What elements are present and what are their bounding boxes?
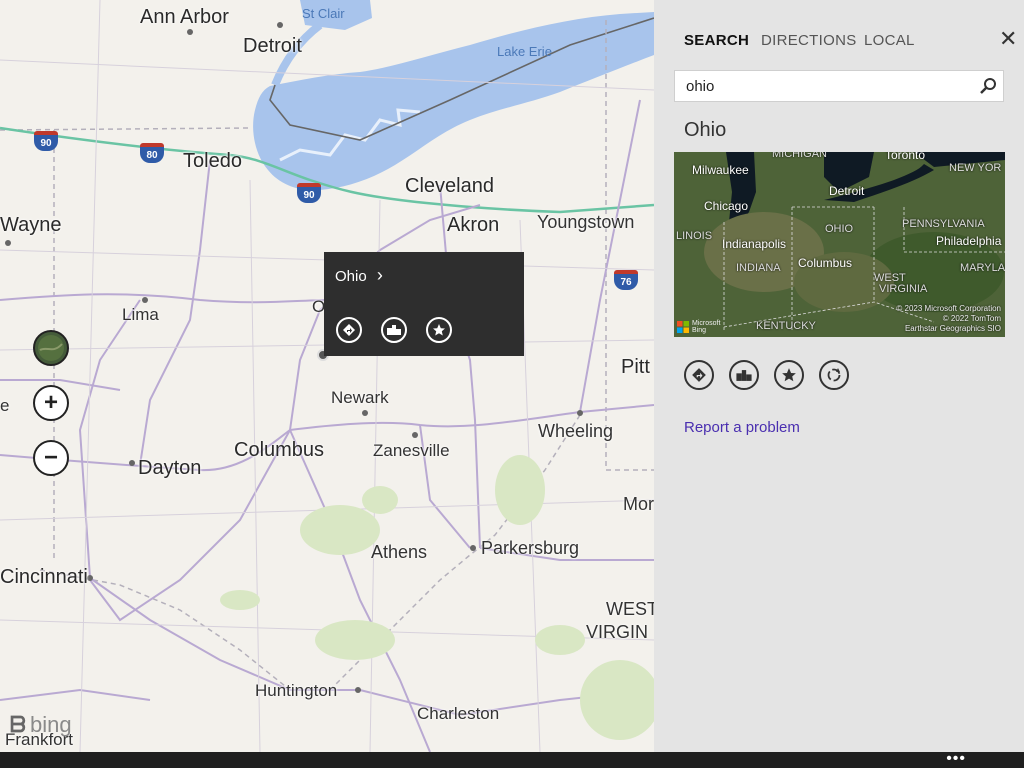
map-label[interactable]: Athens [371,542,427,563]
chevron-right-icon: › [376,265,383,285]
zoom-out-button[interactable]: − [33,440,69,476]
map-label[interactable]: e [0,396,9,416]
microsoft-bing-logo: Microsoft Bing [677,320,720,334]
share-button[interactable] [819,360,849,390]
map-base-layer [0,0,654,752]
tab-search[interactable]: SEARCH [684,32,749,49]
interstate-shield: 76 [614,270,638,290]
app-bar: ••• [0,751,1024,768]
map-label[interactable]: Newark [331,388,389,408]
popup-title[interactable]: Ohio › [335,265,383,286]
aerial-view-toggle[interactable] [33,330,69,366]
map-label[interactable]: Detroit [243,35,302,58]
thumbnail-label: Indianapolis [722,237,787,251]
microsoft-logo-icon [677,321,689,333]
map-label[interactable]: Zanesville [373,441,450,461]
thumbnail-label: NEW YOR [949,162,1002,174]
map-label[interactable]: Toledo [183,150,242,173]
thumbnail-label: VIRGINIA [879,283,928,295]
aerial-thumbnail[interactable]: MICHIGAN Toronto Milwaukee NEW YOR Detroit Ch… [674,152,1005,337]
thumbnail-label: Detroit [829,184,865,198]
nearby-button[interactable] [729,360,759,390]
interstate-shield: 80 [140,143,164,163]
copyright-line: © 2022 TomTom [942,314,1001,323]
thumbnail-label: MARYLAN [960,262,1005,274]
bing-b-icon: ᗷ [10,712,26,737]
thumbnail-label: MICHIGAN [772,152,827,160]
search-box [674,70,1004,102]
map-label[interactable]: Wheeling [538,421,613,442]
copyright-line: © 2023 Microsoft Corporation [896,304,1001,313]
map-label[interactable]: WEST [606,599,654,620]
map-label[interactable]: Columbus [234,439,324,462]
buildings-icon [387,325,401,335]
map-label[interactable]: Pitt [621,356,650,379]
more-options-icon[interactable]: ••• [946,751,966,767]
map-label[interactable]: VIRGIN [586,622,648,643]
map-label[interactable]: Cincinnati [0,566,88,589]
globe-icon [38,335,64,361]
tab-local[interactable]: LOCAL [864,32,915,49]
directions-icon [343,324,355,336]
map-label[interactable]: Huntington [255,681,337,701]
map-label[interactable]: St Clair [302,6,345,21]
buildings-icon [736,369,752,381]
favorite-button[interactable] [426,317,452,343]
map-label[interactable]: Mor [623,494,654,515]
thumbnail-label: INDIANA [736,262,781,274]
thumbnail-label: Toronto [885,152,926,162]
map-label[interactable]: Youngstown [537,212,634,233]
map-label[interactable]: Charleston [417,704,499,724]
thumbnail-label: OHIO [825,223,854,235]
interstate-shield: 90 [297,183,321,203]
close-icon[interactable]: ✕ [999,28,1017,50]
map-canvas[interactable]: Ann Arbor Detroit St Clair Lake Erie Toledo C… [0,0,654,752]
bing-logo: ᗷ bing [10,712,72,737]
star-add-icon [433,324,445,336]
map-label[interactable]: Parkersburg [481,538,579,559]
result-title: Ohio [684,119,727,141]
map-label[interactable]: Wayne [0,214,62,237]
map-label[interactable]: Lima [122,305,159,325]
thumbnail-label: Philadelphia [936,234,1002,248]
copyright-line: Earthstar Geographics SIO [904,324,1001,333]
search-panel: SEARCH DIRECTIONS LOCAL ✕ Ohio MICHIGAN T… [654,0,1024,752]
search-icon[interactable] [979,77,997,95]
nearby-button[interactable] [381,317,407,343]
map-label[interactable]: Dayton [138,457,201,480]
thumbnail-label: KENTUCKY [756,320,816,332]
interstate-shield: 90 [34,131,58,151]
thumbnail-label: LINOIS [676,230,713,242]
star-add-icon [782,368,796,382]
map-label[interactable]: Lake Erie [497,44,552,59]
thumbnail-label: PENNSYLVANIA [902,218,985,230]
refresh-share-icon [827,368,841,382]
map-label[interactable]: Cleveland [405,175,494,198]
directions-icon [692,368,706,382]
thumbnail-label: Chicago [704,199,749,213]
map-label[interactable]: Akron [447,214,499,237]
map-label[interactable]: Ann Arbor [140,6,229,29]
directions-button[interactable] [336,317,362,343]
favorite-button[interactable] [774,360,804,390]
search-input[interactable] [684,77,968,96]
location-popup[interactable]: Ohio › [324,252,524,356]
report-problem-link[interactable]: Report a problem [684,419,800,436]
tab-directions[interactable]: DIRECTIONS [761,32,857,49]
directions-button[interactable] [684,360,714,390]
zoom-in-button[interactable]: + [33,385,69,421]
thumbnail-label: Columbus [798,256,853,270]
thumbnail-label: Milwaukee [692,163,749,177]
